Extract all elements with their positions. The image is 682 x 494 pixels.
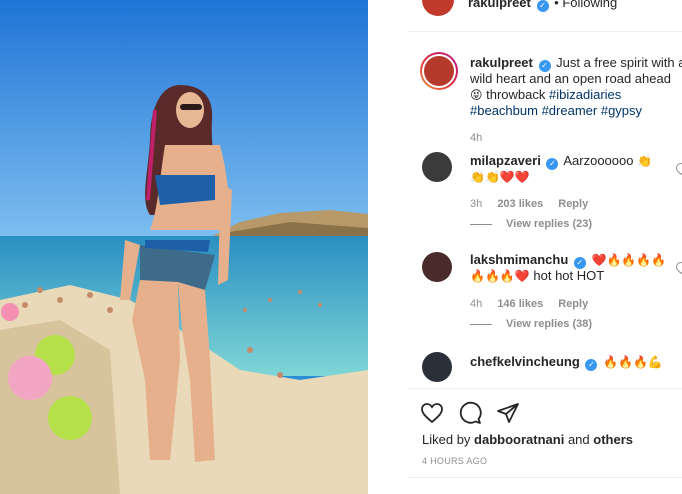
heart-icon — [421, 403, 443, 424]
view-replies-button[interactable]: View replies (38) — [506, 318, 592, 330]
comment-text: hot hot HOT — [533, 268, 605, 283]
comment-button[interactable] — [458, 401, 482, 425]
caption-text-1: Just a free spirit with a — [556, 55, 682, 70]
caption-username[interactable]: rakulpreet — [470, 55, 533, 70]
comment-username[interactable]: chefkelvincheung — [470, 354, 580, 369]
like-button[interactable] — [420, 401, 444, 425]
comment-emoji-line: 👏👏❤️❤️ — [470, 169, 530, 185]
post-timestamp[interactable]: 4 HOURS AGO — [422, 456, 487, 466]
comment-age[interactable]: 4h — [470, 298, 482, 310]
comment-username[interactable]: lakshmimanchu — [470, 252, 568, 267]
hashtag-gypsy[interactable]: #gypsy — [601, 103, 642, 118]
comment-like-heart-icon[interactable] — [673, 259, 682, 275]
comment-emoji: 🔥🔥🔥💪 — [603, 355, 663, 369]
comment-text: Aarzoooooo — [563, 153, 634, 168]
caption-text-3: throwback — [486, 87, 546, 102]
beach-photo-illustration — [0, 0, 368, 494]
post-photo[interactable] — [0, 0, 368, 494]
header-user-line: rakulpreet ✓ • Following — [468, 0, 617, 12]
comment-emoji: ❤️🔥🔥🔥🔥 — [591, 253, 667, 267]
comment-reply-button[interactable]: Reply — [558, 298, 588, 310]
post-sidebar: rakulpreet ✓ • Following rakulpreet ✓ Ju… — [408, 0, 682, 494]
comment-age[interactable]: 3h — [470, 198, 482, 210]
follow-status[interactable]: Following — [562, 0, 617, 10]
comment-meta: 4h 146 likes Reply — [470, 298, 588, 310]
comment-avatar-milapzaveri[interactable] — [422, 152, 452, 182]
verified-badge-icon: ✓ — [536, 0, 549, 12]
author-avatar[interactable] — [422, 0, 454, 16]
comment-like-heart-icon[interactable] — [673, 160, 682, 176]
hashtag-ibizadiaries[interactable]: #ibizadiaries — [549, 87, 621, 102]
header-separator: • — [554, 0, 559, 10]
caption-avatar-ring[interactable] — [420, 52, 458, 90]
liked-by-suffix: and — [567, 432, 590, 447]
liked-by-user[interactable]: dabbooratnani — [474, 432, 564, 447]
hashtag-dreamer[interactable]: #dreamer — [542, 103, 598, 118]
header-divider — [408, 31, 682, 32]
comment-likes[interactable]: 146 likes — [497, 298, 543, 310]
caption-emoji: 😝 — [470, 88, 483, 102]
comment-avatar-lakshmimanchu[interactable] — [422, 252, 452, 282]
view-replies-line — [470, 224, 492, 225]
hashtag-beachbum[interactable]: #beachbum — [470, 103, 538, 118]
verified-badge-icon: ✓ — [585, 359, 598, 371]
comment-reply-button[interactable]: Reply — [558, 198, 588, 210]
comment-emoji: 👏👏❤️❤️ — [470, 170, 530, 184]
liked-by-prefix: Liked by — [422, 432, 471, 447]
caption-line-3: 😝 throwback #ibizadiaries — [470, 87, 621, 103]
footer-divider — [408, 477, 682, 478]
actions-divider — [408, 388, 682, 389]
liked-by: Liked by dabbooratnani and others — [422, 432, 633, 447]
share-button[interactable] — [496, 401, 520, 425]
view-replies-button[interactable]: View replies (23) — [506, 218, 592, 230]
caption-line-4: #beachbum #dreamer #gypsy — [470, 103, 642, 119]
comment-line-1: lakshmimanchu ✓ ❤️🔥🔥🔥🔥 — [470, 252, 666, 269]
caption-line-1: rakulpreet ✓ Just a free spirit with a — [470, 55, 682, 72]
comment-icon — [459, 401, 482, 424]
comment-line-1: milapzaveri ✓ Aarzoooooo 👏 — [470, 153, 652, 170]
comment-line-1: chefkelvincheung ✓ 🔥🔥🔥💪 — [470, 354, 663, 371]
comment-username[interactable]: milapzaveri — [470, 153, 541, 168]
comment-line-2: 🔥🔥🔥❤️ hot hot HOT — [470, 268, 604, 284]
share-icon — [497, 403, 519, 423]
view-replies-line — [470, 324, 492, 325]
comment-emoji: 👏 — [637, 154, 653, 168]
caption-avatar — [424, 56, 454, 86]
liked-by-others[interactable]: others — [593, 432, 633, 447]
comment-emoji: 🔥🔥🔥❤️ — [470, 269, 530, 283]
comment-meta: 3h 203 likes Reply — [470, 198, 588, 210]
comment-likes[interactable]: 203 likes — [497, 198, 543, 210]
caption-text-2: wild heart and an open road ahead — [470, 71, 671, 86]
comment-avatar-chefkelvincheung[interactable] — [422, 352, 452, 382]
header-username[interactable]: rakulpreet — [468, 0, 531, 10]
caption-age[interactable]: 4h — [470, 132, 482, 144]
verified-badge-icon: ✓ — [546, 158, 559, 170]
